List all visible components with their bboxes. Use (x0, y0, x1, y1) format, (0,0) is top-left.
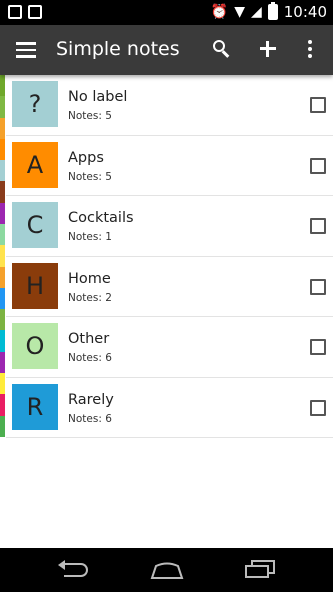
color-strip-segment (0, 202, 5, 224)
signal-icon: ◢ (250, 4, 262, 20)
color-strip-segment (0, 160, 5, 182)
status-indicators: ⏰ ▼ ◢ 10:40 (210, 2, 327, 21)
label-badge: R (12, 383, 58, 430)
alarm-icon: ⏰ (210, 4, 229, 20)
notification-icons (8, 5, 42, 19)
list-item[interactable]: H Home Notes: 2 (6, 257, 333, 317)
list-item[interactable]: A Apps Notes: 5 (6, 136, 333, 196)
list-item[interactable]: ? No label Notes: 5 (6, 75, 333, 136)
battery-icon (267, 2, 278, 20)
label-badge: O (12, 323, 58, 369)
color-strip-segment (0, 394, 5, 416)
recents-icon[interactable] (245, 560, 275, 578)
color-strip-segment (0, 309, 5, 331)
clock: 10:40 (283, 3, 327, 21)
menu-icon[interactable] (16, 42, 36, 58)
label-title: Apps (68, 149, 104, 166)
status-bar: ⏰ ▼ ◢ 10:40 (0, 0, 333, 25)
color-strip-segment (0, 181, 5, 203)
color-strip-segment (0, 96, 5, 118)
color-strip-segment (0, 223, 5, 246)
add-icon[interactable] (258, 39, 278, 59)
label-list: ? No label Notes: 5 A Apps Notes: 5 C Co… (6, 75, 333, 438)
label-color-strip (0, 75, 5, 437)
home-icon[interactable] (150, 560, 184, 580)
back-icon[interactable] (58, 560, 90, 580)
label-note-count: Notes: 2 (68, 291, 112, 304)
label-note-count: Notes: 5 (68, 110, 112, 122)
label-title: Other (68, 331, 110, 347)
color-strip-segment (0, 245, 5, 267)
label-checkbox[interactable] (310, 97, 326, 113)
label-note-count: Notes: 6 (68, 412, 112, 425)
label-note-count: Notes: 5 (68, 170, 112, 183)
list-item[interactable]: C Cocktails Notes: 1 (6, 196, 333, 257)
label-title: Home (68, 270, 111, 287)
color-strip-segment (0, 117, 5, 139)
label-note-count: Notes: 6 (68, 352, 112, 364)
search-icon[interactable] (212, 39, 232, 59)
label-title: Rarely (68, 391, 114, 408)
color-strip-segment (0, 372, 5, 395)
list-item[interactable]: O Other Notes: 6 (6, 317, 333, 378)
app-bar: Simple notes (0, 25, 333, 75)
label-checkbox[interactable] (310, 157, 326, 174)
list-item[interactable]: R Rarely Notes: 6 (6, 378, 333, 438)
wifi-icon: ▼ (234, 4, 245, 20)
label-badge: ? (12, 81, 58, 127)
label-checkbox[interactable] (310, 218, 326, 234)
label-badge: A (12, 141, 58, 188)
label-checkbox[interactable] (310, 339, 326, 355)
color-strip-segment (0, 287, 5, 310)
color-strip-segment (0, 330, 5, 352)
label-title: Cocktails (68, 210, 134, 226)
notification-icon (28, 5, 42, 19)
color-strip-segment (0, 415, 5, 437)
label-badge: C (12, 202, 58, 248)
color-strip-segment (0, 75, 5, 97)
notification-icon (8, 5, 22, 19)
color-strip-segment (0, 138, 5, 161)
label-checkbox[interactable] (310, 278, 326, 295)
label-badge: H (12, 262, 58, 309)
label-checkbox[interactable] (310, 399, 326, 416)
app-title: Simple notes (56, 38, 180, 60)
color-strip-segment (0, 266, 5, 288)
color-strip-segment (0, 351, 5, 373)
system-nav-bar (0, 548, 333, 592)
label-note-count: Notes: 1 (68, 231, 112, 243)
label-title: No label (68, 89, 128, 105)
more-icon[interactable] (306, 40, 314, 60)
